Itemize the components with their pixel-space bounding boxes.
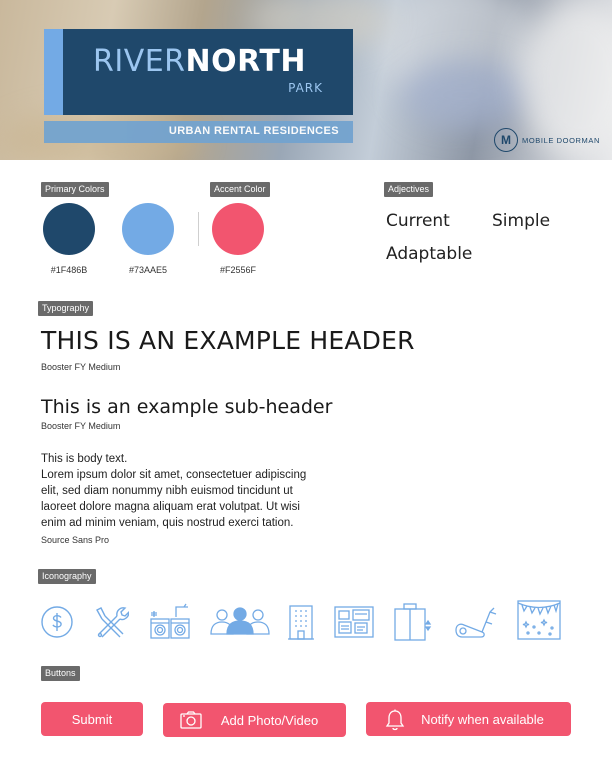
building-icon xyxy=(288,604,314,640)
primary-colors-label: Primary Colors xyxy=(41,182,109,197)
party-icon xyxy=(516,600,562,640)
mobile-doorman-name: MOBILE DOORMAN xyxy=(522,135,600,145)
buttons-label: Buttons xyxy=(41,666,80,681)
bulletin-board-icon xyxy=(334,606,374,638)
elevator-icon xyxy=(394,603,432,641)
camera-icon xyxy=(180,711,202,732)
tools-icon xyxy=(93,604,129,640)
laundry-icon xyxy=(150,603,190,639)
dollar-icon xyxy=(40,605,74,639)
brand-logo: RIVERNORTH PARK URBAN RENTAL RESIDENCES xyxy=(44,29,353,143)
accent-color-label: Accent Color xyxy=(210,182,270,197)
hex-primary-light: #73AAE5 xyxy=(128,265,168,275)
swatch-divider xyxy=(198,212,199,246)
logo-accent-bar xyxy=(44,29,63,115)
hex-accent: #F2556F xyxy=(219,265,257,275)
adjective-current: Current xyxy=(386,211,450,231)
logo-north: NORTH xyxy=(185,44,306,79)
logo-tagline-bar: URBAN RENTAL RESIDENCES xyxy=(44,121,353,143)
mobile-doorman-logo: M MOBILE DOORMAN xyxy=(494,128,600,152)
body-text-line: elit, sed diam nonummy nibh euismod tinc… xyxy=(41,485,293,497)
community-icon xyxy=(210,607,270,635)
notify-when-available-button[interactable]: Notify when available xyxy=(366,702,571,736)
iconography-label: Iconography xyxy=(38,569,96,584)
swatch-accent xyxy=(212,203,264,255)
swatch-primary-light xyxy=(122,203,174,255)
logo-wordmark: RIVERNORTH xyxy=(93,47,306,77)
adjective-adaptable: Adaptable xyxy=(386,244,473,264)
adjectives-label: Adjectives xyxy=(384,182,434,197)
example-subheader: This is an example sub-header xyxy=(41,396,333,418)
body-font-note: Source Sans Pro xyxy=(41,535,110,545)
submit-button[interactable]: Submit xyxy=(41,702,143,736)
logo-block: RIVERNORTH PARK xyxy=(63,29,353,115)
typography-label: Typography xyxy=(38,301,94,316)
body-text-line: laoreet dolore magna aliquam erat volutp… xyxy=(41,501,300,513)
mobile-doorman-icon: M xyxy=(494,128,518,152)
logo-tagline: URBAN RENTAL RESIDENCES xyxy=(168,125,339,137)
bell-icon xyxy=(385,709,405,734)
add-photo-video-label: Add Photo/Video xyxy=(220,712,319,728)
swatch-primary-dark xyxy=(43,203,95,255)
notify-label: Notify when available xyxy=(421,711,544,727)
body-text-line: Lorem ipsum dolor sit amet, consectetuer… xyxy=(41,469,307,481)
logo-river: RIVER xyxy=(93,44,186,79)
logo-park: PARK xyxy=(288,81,323,95)
fitness-icon xyxy=(452,604,498,638)
add-photo-video-button[interactable]: Add Photo/Video xyxy=(163,703,346,737)
body-text-line: This is body text. xyxy=(41,453,128,465)
header-font-note: Booster FY Medium xyxy=(41,362,121,372)
hero-banner: RIVERNORTH PARK URBAN RENTAL RESIDENCES … xyxy=(0,0,612,160)
example-header: THIS IS AN EXAMPLE HEADER xyxy=(41,326,415,355)
subheader-font-note: Booster FY Medium xyxy=(41,421,121,431)
body-text-line: enim ad minim veniam, quis nostrud exerc… xyxy=(41,517,294,529)
submit-button-label: Submit xyxy=(71,711,113,727)
hex-primary-dark: #1F486B xyxy=(50,265,88,275)
adjective-simple: Simple xyxy=(492,211,551,231)
